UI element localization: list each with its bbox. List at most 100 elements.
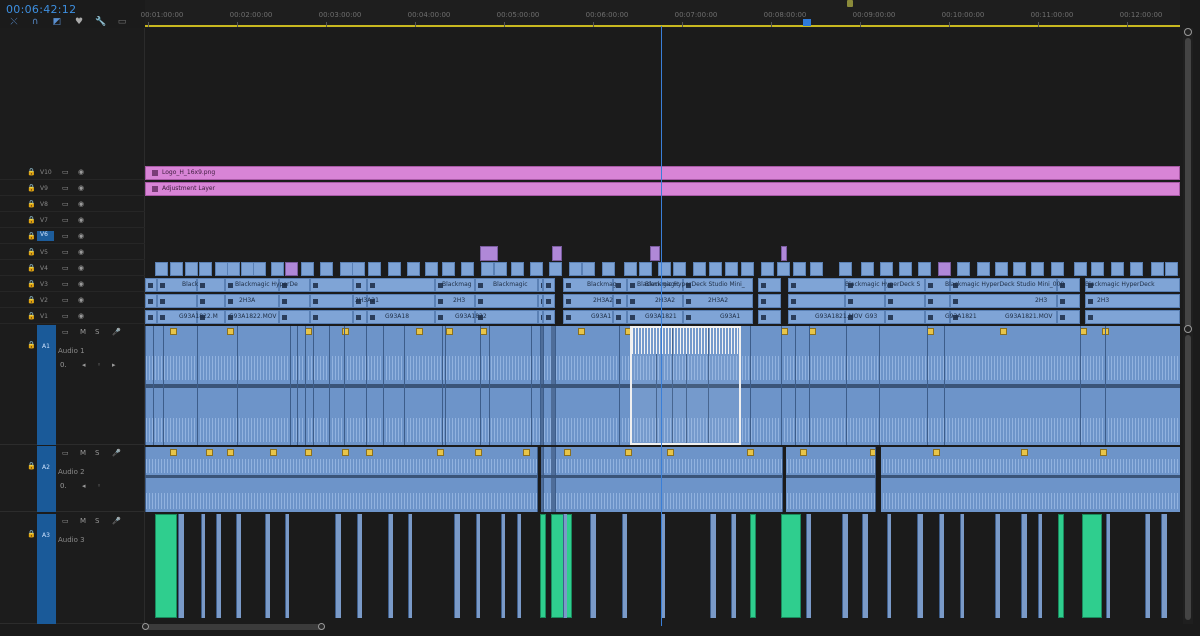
fx-badge[interactable] [747, 449, 754, 456]
v4-clip[interactable] [777, 262, 790, 276]
audio-3-clip[interactable] [357, 514, 362, 618]
film-toggle-icon[interactable]: ▭ [62, 248, 69, 256]
eye-icon[interactable]: ◉ [78, 168, 84, 176]
film-toggle-icon[interactable]: ▭ [62, 280, 69, 288]
film-toggle-icon[interactable]: ▭ [62, 264, 69, 272]
lock-icon[interactable]: 🔒 [27, 200, 36, 208]
audio-3-clip[interactable] [806, 514, 811, 618]
v4-clip[interactable] [693, 262, 706, 276]
fx-badge[interactable] [1100, 449, 1107, 456]
video-track-header[interactable]: 🔒 V8 ▭ ◉ [0, 197, 145, 212]
eye-icon[interactable]: ◉ [78, 312, 84, 320]
selected-clip-box[interactable] [630, 326, 741, 445]
film-toggle-icon[interactable]: ▭ [62, 517, 69, 525]
fx-badge[interactable] [342, 449, 349, 456]
volume-value[interactable]: 0. [60, 482, 67, 490]
v4-clip[interactable] [741, 262, 754, 276]
fx-badge[interactable] [480, 328, 487, 335]
video-track-header[interactable]: 🔒 V5 ▭ ◉ [0, 245, 145, 260]
audio-3-clip[interactable] [842, 514, 848, 618]
v4-clip[interactable] [442, 262, 455, 276]
keyframe-prev-icon[interactable]: ◂ [82, 361, 86, 369]
track-target-v10[interactable]: V10 [40, 169, 52, 176]
v2-clip[interactable] [885, 294, 925, 308]
audio-3-clip[interactable] [1021, 514, 1027, 618]
v4-clip[interactable] [639, 262, 652, 276]
audio-3-clip[interactable] [960, 514, 964, 618]
keyframe-next-icon[interactable]: ▸ [112, 361, 116, 369]
v4-clip[interactable] [938, 262, 951, 276]
v2-clip-label[interactable]: 2H3A [229, 294, 269, 308]
track-target-v9[interactable]: V9 [40, 185, 48, 192]
v1-clip-label[interactable]: G93A1821 [935, 310, 984, 324]
v4-clip[interactable] [407, 262, 420, 276]
film-toggle-icon[interactable]: ▭ [62, 200, 69, 208]
v3-clip-label[interactable]: Blackmagic [635, 278, 693, 292]
audio-2-clip[interactable] [543, 447, 551, 512]
v4-clip[interactable] [761, 262, 774, 276]
v4-clip[interactable] [549, 262, 562, 276]
v4-clip[interactable] [1111, 262, 1124, 276]
scroll-end-handle[interactable] [318, 623, 325, 630]
track-area[interactable]: Logo_H_16x9.png Adjustment Layer Black Blac… [145, 28, 1180, 624]
audio-3-clip[interactable] [590, 514, 596, 618]
audio-3-clip[interactable] [476, 514, 480, 618]
lock-icon[interactable]: 🔒 [27, 248, 36, 256]
music-clip[interactable] [551, 514, 572, 618]
video-scroll-thumb[interactable] [1185, 38, 1191, 328]
work-area-handle[interactable] [847, 0, 853, 7]
fx-badge[interactable] [437, 449, 444, 456]
lock-icon[interactable]: 🔒 [27, 530, 36, 538]
fx-clip[interactable] [781, 246, 787, 261]
fx-clip[interactable] [650, 246, 660, 261]
v2-clip[interactable] [157, 294, 197, 308]
audio-2-clip[interactable] [555, 447, 1180, 512]
lock-icon[interactable]: 🔒 [27, 296, 36, 304]
v4-clip[interactable] [995, 262, 1008, 276]
v2-clip[interactable] [788, 294, 845, 308]
fx-badge[interactable] [1080, 328, 1087, 335]
fx-badge[interactable] [1000, 328, 1007, 335]
v1-clip-label[interactable]: G93A1822.MOV [219, 310, 286, 324]
film-toggle-icon[interactable]: ▭ [62, 168, 69, 176]
audio-3-clip[interactable] [388, 514, 393, 618]
audio-3-clip[interactable] [201, 514, 205, 618]
lock-icon[interactable]: 🔒 [27, 280, 36, 288]
v4-clip[interactable] [530, 262, 543, 276]
v4-clip[interactable] [1151, 262, 1164, 276]
keyframe-add-icon[interactable]: ◦ [97, 361, 101, 369]
v4-clip[interactable] [582, 262, 595, 276]
captions-icon[interactable]: ▭ [117, 17, 127, 27]
v4-clip[interactable] [1130, 262, 1143, 276]
lock-icon[interactable]: 🔒 [27, 168, 36, 176]
audio-3-clip[interactable] [236, 514, 241, 618]
eye-icon[interactable]: ◉ [78, 232, 84, 240]
video-track-header[interactable]: 🔒 V3 ▭ ◉ [0, 277, 145, 292]
video-track-header[interactable]: 🔒 V2 ▭ ◉ [0, 293, 145, 308]
v4-clip[interactable] [569, 262, 582, 276]
audio-track-header[interactable]: 🔒 A1 Audio 1 ▭ M S 🎤 0. ◂ ◦ ▸ [0, 325, 145, 445]
graphic-clip-logo[interactable]: Logo_H_16x9.png [145, 166, 1180, 180]
lock-icon[interactable]: 🔒 [27, 232, 36, 240]
audio-3-clip[interactable] [216, 514, 221, 618]
v4-clip[interactable] [155, 262, 168, 276]
track-target-v4[interactable]: V4 [40, 265, 48, 272]
music-clip[interactable] [540, 514, 546, 618]
audio-1-lane[interactable] [145, 326, 1180, 445]
mute-button[interactable]: M [80, 328, 86, 336]
audio-3-clip[interactable] [1038, 514, 1042, 618]
v4-clip[interactable] [481, 262, 494, 276]
v4-clip[interactable] [1165, 262, 1178, 276]
v2-clip[interactable] [145, 294, 157, 308]
lock-icon[interactable]: 🔒 [27, 312, 36, 320]
v1-clip[interactable] [1085, 310, 1180, 324]
fx-badge[interactable] [927, 328, 934, 335]
v2-clip[interactable] [845, 294, 885, 308]
track-target-v7[interactable]: V7 [40, 217, 48, 224]
v4-clip[interactable] [425, 262, 438, 276]
v4-clip[interactable] [725, 262, 738, 276]
lock-icon[interactable]: 🔒 [27, 184, 36, 192]
scroll-start-handle[interactable] [142, 623, 149, 630]
v1-clip-label[interactable]: G93A1822 [445, 310, 494, 324]
v3-clip[interactable] [543, 278, 555, 292]
